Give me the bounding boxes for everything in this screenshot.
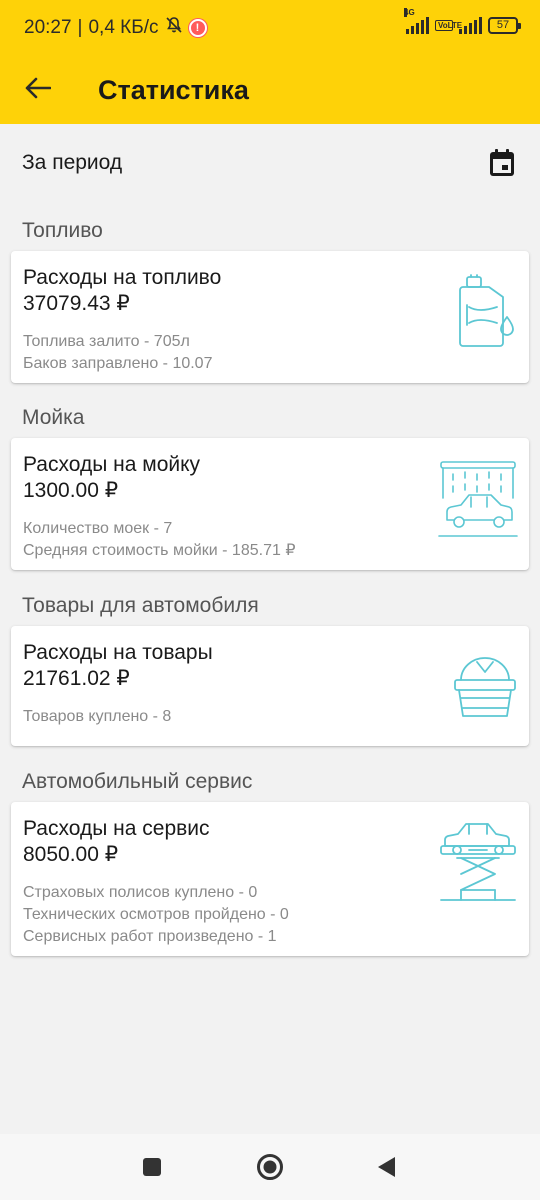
car-lift-icon	[437, 820, 519, 909]
signal-4g-icon: 4G	[404, 8, 429, 34]
card-title: Расходы на топливо	[23, 266, 222, 289]
card-amount: 37079.43 ₽	[23, 292, 130, 315]
period-label: За период	[22, 151, 123, 174]
service-works-count: Сервисных работ произведено - 1	[23, 928, 277, 945]
goods-card[interactable]: Расходы на товары 21761.02 ₽ Товаров куп…	[11, 626, 529, 746]
calendar-button[interactable]	[486, 147, 518, 179]
fuel-canister-icon	[449, 273, 519, 354]
status-speed: 0,4 КБ/с	[88, 17, 159, 38]
page-title: Статистика	[98, 74, 249, 105]
card-amount: 21761.02 ₽	[23, 667, 130, 690]
square-icon	[143, 1158, 161, 1176]
back-button[interactable]	[14, 66, 62, 114]
card-details: Товаров куплено - 8	[23, 706, 517, 728]
status-bar: 20:27 | 0,4 КБ/с ! 4G VoLTE 57	[0, 0, 540, 56]
period-row[interactable]: За период	[0, 136, 540, 190]
alarm-app-icon: !	[188, 19, 207, 37]
wash-card[interactable]: Расходы на мойку 1300.00 ₽ Количество мо…	[11, 438, 529, 570]
recent-apps-button[interactable]	[128, 1143, 176, 1191]
basket-icon	[451, 652, 519, 725]
section-title-goods: Товары для автомобиля	[22, 594, 259, 617]
section-title-fuel: Топливо	[22, 219, 103, 242]
status-right: 4G VoLTE 57	[404, 8, 521, 34]
tanks-filled: Баков заправлено - 10.07	[23, 355, 213, 372]
status-left: 20:27 | 0,4 КБ/с !	[24, 16, 207, 40]
battery-level: 57	[496, 18, 510, 31]
fuel-card[interactable]: Расходы на топливо 37079.43 ₽ Топлива за…	[11, 251, 529, 383]
section-title-wash: Мойка	[22, 406, 85, 429]
home-button[interactable]	[246, 1143, 294, 1191]
fuel-liters: Топлива залито - 705л	[23, 333, 190, 350]
volte-badge: VoLTE	[435, 19, 462, 31]
car-wash-icon	[437, 458, 519, 545]
back-nav-button[interactable]	[362, 1143, 410, 1191]
mute-icon	[165, 16, 183, 40]
card-details: Топлива залито - 705л Баков заправлено -…	[23, 331, 517, 375]
top-bar: 20:27 | 0,4 КБ/с ! 4G VoLTE 57 Статистик…	[0, 0, 540, 124]
section-title-service: Автомобильный сервис	[22, 770, 253, 793]
arrow-left-icon	[25, 77, 52, 104]
circle-icon	[257, 1154, 283, 1180]
app-bar: Статистика	[0, 56, 540, 124]
battery-icon: 57	[488, 16, 521, 34]
calendar-icon	[490, 149, 514, 176]
network-type-label: 4G	[404, 8, 415, 17]
status-divider: |	[77, 17, 83, 38]
triangle-back-icon	[378, 1157, 395, 1177]
system-nav-bar	[0, 1134, 540, 1200]
service-card[interactable]: Расходы на сервис 8050.00 ₽ Страховых по…	[11, 802, 529, 956]
card-title: Расходы на товары	[23, 641, 213, 664]
status-time: 20:27	[24, 17, 72, 38]
goods-count: Товаров куплено - 8	[23, 708, 172, 725]
signal-icon	[459, 16, 482, 34]
